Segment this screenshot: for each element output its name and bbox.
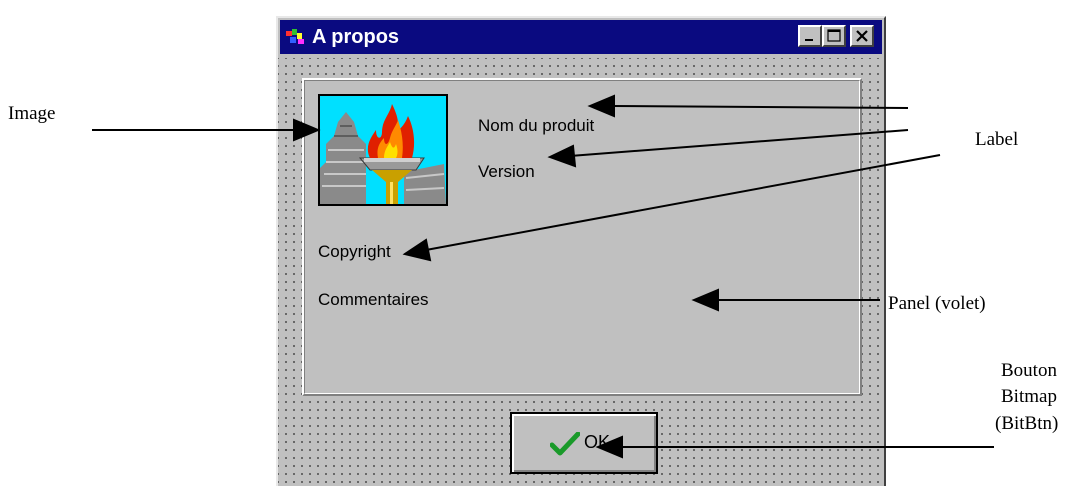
- arrow-copyright: [425, 154, 941, 251]
- arrow-product-name: [611, 105, 909, 109]
- annotation-arrows: [92, 94, 994, 459]
- arrow-version: [569, 129, 909, 157]
